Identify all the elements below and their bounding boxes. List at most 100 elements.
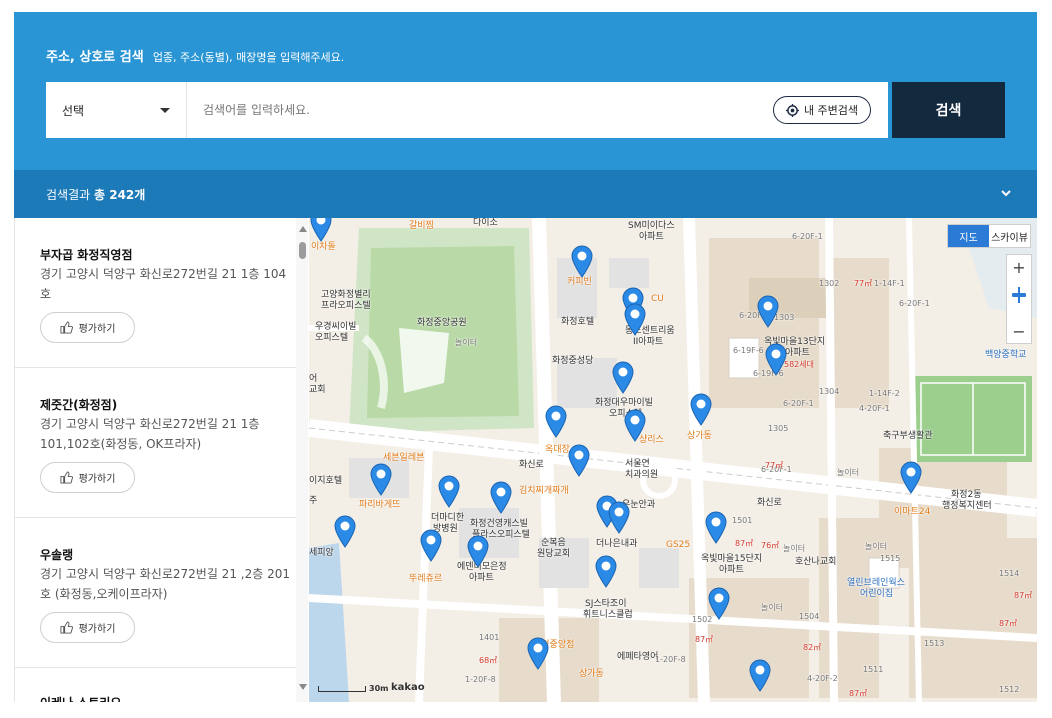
nearby-search-button[interactable]: 내 주변검색	[773, 96, 871, 124]
map-label[interactable]: 세피앙	[309, 548, 334, 559]
map-label[interactable]: 화정중성당	[552, 356, 593, 367]
map-label[interactable]: 휘트니스클럽	[583, 610, 633, 621]
map-label[interactable]: 백양중학교	[985, 350, 1026, 361]
store-marker-pin[interactable]	[611, 360, 635, 394]
store-marker-pin[interactable]	[489, 480, 513, 514]
store-name: 제줏간(화정점)	[40, 398, 118, 412]
map-label[interactable]: 더마디한	[431, 513, 464, 524]
map-label[interactable]: 어린이집	[860, 589, 893, 600]
map-label[interactable]: 치과의원	[625, 470, 658, 481]
kakao-logo[interactable]: kakao	[391, 682, 425, 693]
map-label[interactable]: 프라오피스텔	[321, 301, 371, 312]
map-label[interactable]: 화정중앙공원	[417, 318, 467, 329]
list-item[interactable]: 부자곱 화정직영점 경기 고양시 덕양구 화신로272번길 21 1층 104호…	[15, 218, 296, 368]
store-marker-pin[interactable]	[748, 658, 772, 692]
map-label[interactable]: 더나은내과	[596, 539, 637, 550]
category-select[interactable]: 선택	[46, 82, 187, 138]
store-marker-pin[interactable]	[594, 554, 618, 588]
map-label[interactable]: 호산나교회	[795, 557, 836, 568]
map-label[interactable]: 상가동	[687, 431, 712, 442]
store-marker-pin[interactable]	[623, 408, 647, 442]
map-label[interactable]: 아파트	[785, 348, 810, 359]
map-label[interactable]: 아파트	[639, 232, 664, 243]
map-label[interactable]: 어	[309, 374, 317, 385]
map-label[interactable]: 고양화정별리	[321, 290, 371, 301]
map-label[interactable]: 서울연	[625, 459, 650, 470]
map-label[interactable]: 이마트24	[894, 507, 930, 518]
store-marker-pin[interactable]	[607, 500, 631, 534]
scroll-down-arrow-icon[interactable]	[299, 684, 307, 690]
map-label[interactable]: GS25	[666, 540, 690, 551]
rate-button[interactable]: 평가하기	[40, 612, 135, 643]
store-marker-pin[interactable]	[707, 586, 731, 620]
map-label[interactable]: 갈비찜	[409, 221, 434, 232]
store-marker-pin[interactable]	[309, 218, 333, 242]
chevron-down-icon[interactable]	[999, 186, 1013, 200]
map-label[interactable]: 옥빛마을15단지	[701, 554, 762, 565]
rate-button[interactable]: 평가하기	[40, 312, 135, 343]
map-label[interactable]: 화정호텔	[561, 317, 594, 328]
map-scale-bar	[318, 686, 366, 692]
store-marker-pin[interactable]	[526, 636, 550, 670]
store-marker-pin[interactable]	[689, 392, 713, 426]
rate-button-label: 평가하기	[78, 474, 116, 485]
map-label[interactable]: 에페타영어	[617, 652, 658, 663]
store-marker-pin[interactable]	[567, 443, 591, 477]
map-label[interactable]: 뚜레쥬르	[409, 574, 442, 585]
list-item[interactable]: 우솔랭 경기 고양시 덕양구 화신로272번길 21 ,2층 201호 (화정동…	[15, 518, 296, 668]
map-label[interactable]: 교회	[309, 385, 326, 396]
store-marker-pin[interactable]	[756, 294, 780, 328]
map-label[interactable]: SJ스타조이	[585, 599, 627, 610]
map-label: 87㎡	[695, 635, 714, 644]
store-marker-pin[interactable]	[419, 528, 443, 562]
store-marker-pin[interactable]	[466, 534, 490, 568]
rate-button[interactable]: 평가하기	[40, 462, 135, 493]
zoom-slider-handle[interactable]	[1012, 293, 1026, 297]
search-button[interactable]: 검색	[892, 82, 1005, 138]
map-label[interactable]: 열린브레인웍스	[847, 578, 905, 589]
store-marker-pin[interactable]	[623, 302, 647, 336]
list-item[interactable]: 이레나 스토리오	[15, 668, 296, 702]
list-item[interactable]: 제줏간(화정점) 경기 고양시 덕양구 화신로272번길 21 1층 101,1…	[15, 368, 296, 518]
map-label[interactable]: 아파트	[469, 573, 494, 584]
store-marker-pin[interactable]	[369, 462, 393, 496]
map-label[interactable]: 화정2동	[951, 490, 982, 501]
store-marker-pin[interactable]	[704, 510, 728, 544]
map-label[interactable]: 행정복지센터	[942, 501, 992, 512]
map-label[interactable]: 화정건영캐스빌	[470, 519, 528, 530]
map-label[interactable]: 순복음	[541, 538, 566, 549]
map-label: 6-19F-6	[733, 346, 764, 355]
zoom-in-button[interactable]: +	[1007, 255, 1031, 279]
map-type-map-button[interactable]: 지도	[948, 225, 989, 247]
store-marker-pin[interactable]	[333, 514, 357, 548]
store-marker-pin[interactable]	[764, 342, 788, 376]
map-label[interactable]: 상가동	[579, 669, 604, 680]
store-marker-pin[interactable]	[437, 474, 461, 508]
store-marker-pin[interactable]	[899, 460, 923, 494]
result-bar[interactable]: 검색결과 총 242개	[14, 170, 1037, 218]
scroll-thumb[interactable]	[299, 242, 306, 259]
map-label[interactable]: 커피빈	[567, 277, 592, 288]
list-scrollbar[interactable]	[296, 218, 308, 702]
map-label[interactable]: 다이소	[473, 218, 498, 229]
store-marker-pin[interactable]	[570, 244, 594, 278]
map-label[interactable]: 이지호텔	[309, 476, 342, 487]
map-label[interactable]: 파리바게뜨	[359, 500, 400, 511]
scroll-up-arrow-icon[interactable]	[299, 226, 307, 232]
zoom-out-button[interactable]: −	[1007, 319, 1031, 343]
map-view[interactable]: 이차돌 갈비찜 다이소 SM미이다스 아파트 6-20F-1 고양화정별리 프라…	[309, 218, 1037, 702]
store-name: 부자곱 화정직영점	[40, 248, 133, 262]
map-label[interactable]: 아파트	[719, 565, 744, 576]
map-label[interactable]: 김치찌개짜개	[519, 486, 569, 497]
map-label[interactable]: CU	[651, 294, 664, 305]
map-label[interactable]: 원당교회	[537, 549, 570, 560]
map-label[interactable]: SM미이다스	[628, 221, 675, 232]
map-type-skyview-button[interactable]: 스카이뷰	[989, 225, 1030, 247]
store-marker-pin[interactable]	[544, 404, 568, 438]
map-label[interactable]: 오피스텔	[315, 333, 348, 344]
map-label[interactable]: II아파트	[633, 337, 663, 348]
map-label[interactable]: 축구부생활관	[883, 431, 933, 442]
map-label[interactable]: 주	[309, 496, 317, 507]
map-label[interactable]: 우경씨이빌	[315, 322, 356, 333]
map-label[interactable]: 이차돌	[311, 242, 336, 253]
